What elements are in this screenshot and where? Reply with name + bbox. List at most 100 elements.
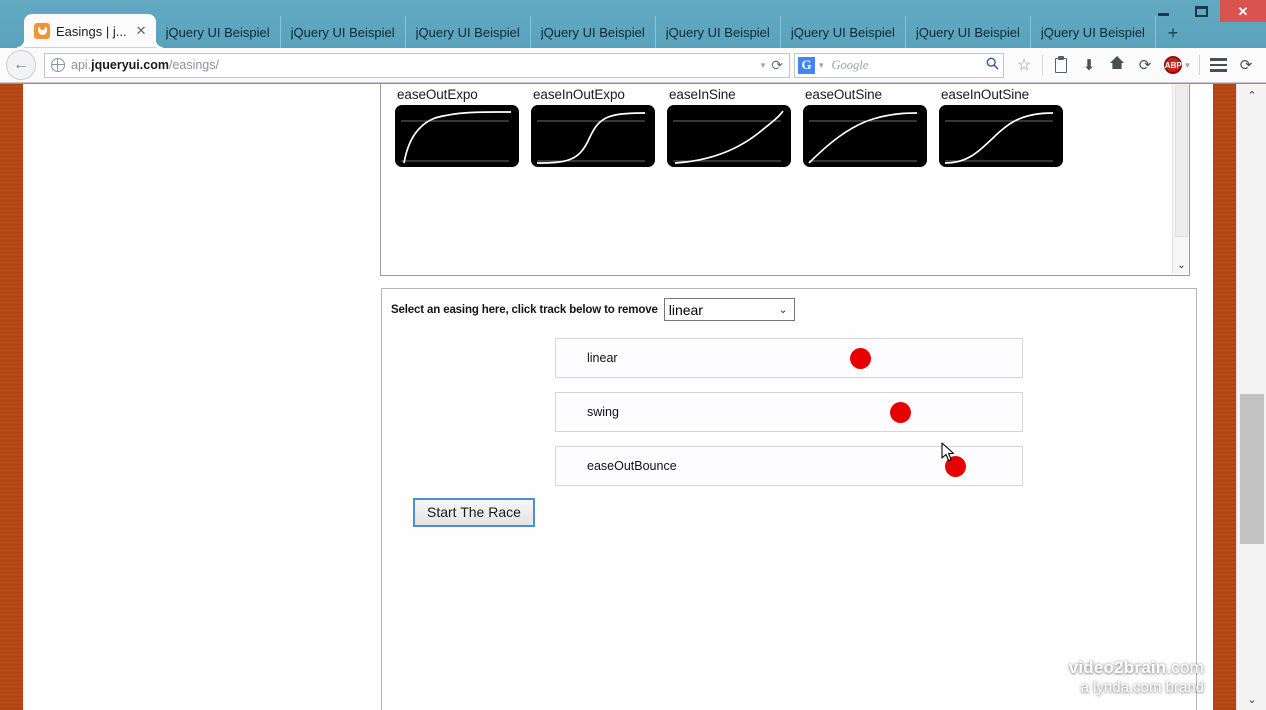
star-icon: ☆ xyxy=(1016,57,1032,74)
tab-jquery-1[interactable]: jQuery UI Beispiel xyxy=(156,16,281,48)
tab-title: jQuery UI Beispiel xyxy=(415,24,520,40)
instruction-label: Select an easing here, click track below… xyxy=(391,303,658,316)
easeInOutSine-graph-icon xyxy=(939,105,1063,167)
easings-row-2: easeOutExpo easeInOutExpo easeInSine eas… xyxy=(395,84,1155,167)
easings-grid: easeOutExpo easeInOutExpo easeInSine eas… xyxy=(395,84,1155,171)
scroll-down-icon[interactable]: ⌄ xyxy=(1237,690,1266,708)
toolbar-divider-2 xyxy=(1199,55,1200,75)
tab-title: jQuery UI Beispiel xyxy=(165,24,270,40)
easing-cell-easeInSine[interactable]: easeInSine xyxy=(667,84,791,167)
easing-label: easeOutExpo xyxy=(397,87,478,102)
tab-title: jQuery UI Beispiel xyxy=(290,24,395,40)
race-tracks: linear swing easeOutBounce xyxy=(382,338,1196,486)
tab-jquery-3[interactable]: jQuery UI Beispiel xyxy=(406,16,531,48)
easeInSine-graph-icon xyxy=(667,105,791,167)
left-edge-bar xyxy=(0,84,23,710)
page-viewport: easeOutExpo easeInOutExpo easeInSine eas… xyxy=(0,84,1266,710)
tab-title: Easings | j... xyxy=(56,23,127,39)
home-button[interactable] xyxy=(1103,51,1131,79)
easing-race-demo: Select an easing here, click track below… xyxy=(381,288,1197,710)
page-scrollbar-thumb[interactable] xyxy=(1240,394,1264,544)
easing-select[interactable]: linear ⌄ xyxy=(663,298,795,321)
search-engine-chevron-icon[interactable]: ▾ xyxy=(819,60,824,71)
race-ball xyxy=(850,348,871,369)
easing-label: easeInOutSine xyxy=(941,87,1030,102)
tab-jquery-5[interactable]: jQuery UI Beispiel xyxy=(656,16,781,48)
adblock-icon: ABP xyxy=(1164,56,1183,74)
right-edge-bar xyxy=(1213,84,1236,710)
tab-title: jQuery UI Beispiel xyxy=(540,24,645,40)
easeInOutExpo-graph-icon xyxy=(531,105,655,167)
tab-title: jQuery UI Beispiel xyxy=(790,24,895,40)
downloads-button[interactable]: ⬇ xyxy=(1075,51,1103,79)
bookmark-star-button[interactable]: ☆ xyxy=(1010,51,1038,79)
easing-cell-easeInOutSine[interactable]: easeInOutSine xyxy=(939,84,1063,167)
scroll-up-icon[interactable]: ⌃ xyxy=(1237,86,1266,104)
tab-jquery-7[interactable]: jQuery UI Beispiel xyxy=(906,16,1031,48)
back-button[interactable]: ← xyxy=(6,50,36,80)
tab-jquery-2[interactable]: jQuery UI Beispiel xyxy=(281,16,406,48)
address-bar[interactable]: api.jqueryui.com/easings/ ▾ ⟳ xyxy=(44,52,790,78)
url-host: jqueryui.com xyxy=(91,58,169,72)
reader-list-button[interactable] xyxy=(1047,51,1075,79)
tab-title: jQuery UI Beispiel xyxy=(665,24,770,40)
globe-icon xyxy=(51,58,65,72)
chevron-down-icon[interactable]: ▾ xyxy=(761,60,766,71)
reload-icon[interactable]: ⟳ xyxy=(771,57,783,74)
navigation-toolbar: ← api.jqueryui.com/easings/ ▾ ⟳ G ▾ Goog… xyxy=(0,48,1266,83)
search-icon[interactable] xyxy=(986,57,999,73)
track-label: swing xyxy=(587,405,619,419)
tab-title: jQuery UI Beispiel xyxy=(915,24,1020,40)
easing-label: easeOutSine xyxy=(805,87,882,102)
jquery-ui-favicon-icon xyxy=(34,23,50,39)
url-text: api.jqueryui.com/easings/ xyxy=(71,58,219,72)
easings-panel-scrollbar[interactable]: ⌄ xyxy=(1172,84,1189,274)
easing-cell-easeOutExpo[interactable]: easeOutExpo xyxy=(395,84,519,167)
tab-easings[interactable]: Easings | j... ✕ xyxy=(17,14,163,48)
easings-scrollbar-thumb[interactable] xyxy=(1175,85,1188,237)
easing-label: easeInOutExpo xyxy=(533,87,625,102)
track-label: linear xyxy=(587,351,618,365)
adblock-button[interactable]: ABP ▾ xyxy=(1159,51,1195,79)
address-bar-actions: ▾ ⟳ xyxy=(761,57,785,74)
refresh-icon: ⟳ xyxy=(1239,57,1253,74)
menu-button[interactable] xyxy=(1204,51,1232,79)
chevron-down-icon: ⌄ xyxy=(778,304,788,316)
url-path: /easings/ xyxy=(168,58,219,72)
start-the-race-button[interactable]: Start The Race xyxy=(413,498,535,527)
track-label: easeOutBounce xyxy=(587,459,677,473)
home-icon xyxy=(1109,55,1125,75)
clipboard-icon xyxy=(1055,55,1067,73)
search-box[interactable]: G ▾ Google xyxy=(794,52,1004,78)
easeOutExpo-graph-icon xyxy=(395,105,519,167)
easing-cell-easeInOutExpo[interactable]: easeInOutExpo xyxy=(531,84,655,167)
search-placeholder: Google xyxy=(831,57,869,72)
tab-close-icon[interactable]: ✕ xyxy=(135,23,148,39)
track-swing[interactable]: swing xyxy=(555,392,1023,432)
easings-graph-panel: easeOutExpo easeInOutExpo easeInSine eas… xyxy=(380,84,1190,276)
download-arrow-icon: ⬇ xyxy=(1082,57,1096,74)
google-engine-icon[interactable]: G xyxy=(798,56,815,74)
tab-strip: Easings | j... ✕ jQuery UI Beispiel jQue… xyxy=(0,14,1266,48)
mouse-cursor xyxy=(941,442,957,464)
tab-title: jQuery UI Beispiel xyxy=(1040,24,1145,40)
tab-jquery-8[interactable]: jQuery UI Beispiel xyxy=(1031,16,1156,48)
sync-icon: ⟳ xyxy=(1138,57,1152,74)
refresh-extension-button[interactable]: ⟳ xyxy=(1232,51,1260,79)
hamburger-icon xyxy=(1209,58,1227,72)
url-subdomain: api. xyxy=(71,58,92,72)
track-linear[interactable]: linear xyxy=(555,338,1023,378)
easings-scroll-down-icon[interactable]: ⌄ xyxy=(1173,258,1189,272)
easeOutSine-graph-icon xyxy=(803,105,927,167)
tab-jquery-6[interactable]: jQuery UI Beispiel xyxy=(781,16,906,48)
easing-select-value: linear xyxy=(668,301,703,318)
adblock-chevron-icon[interactable]: ▾ xyxy=(1185,60,1190,71)
easing-cell-easeOutSine[interactable]: easeOutSine xyxy=(803,84,927,167)
sync-button[interactable]: ⟳ xyxy=(1131,51,1159,79)
tab-jquery-4[interactable]: jQuery UI Beispiel xyxy=(531,16,656,48)
page-scrollbar[interactable]: ⌃ ⌄ xyxy=(1236,84,1266,710)
easing-label: easeInSine xyxy=(669,87,736,102)
web-page: easeOutExpo easeInOutExpo easeInSine eas… xyxy=(23,84,1236,710)
new-tab-button[interactable]: + xyxy=(1156,18,1190,48)
toolbar-divider xyxy=(1042,55,1043,75)
